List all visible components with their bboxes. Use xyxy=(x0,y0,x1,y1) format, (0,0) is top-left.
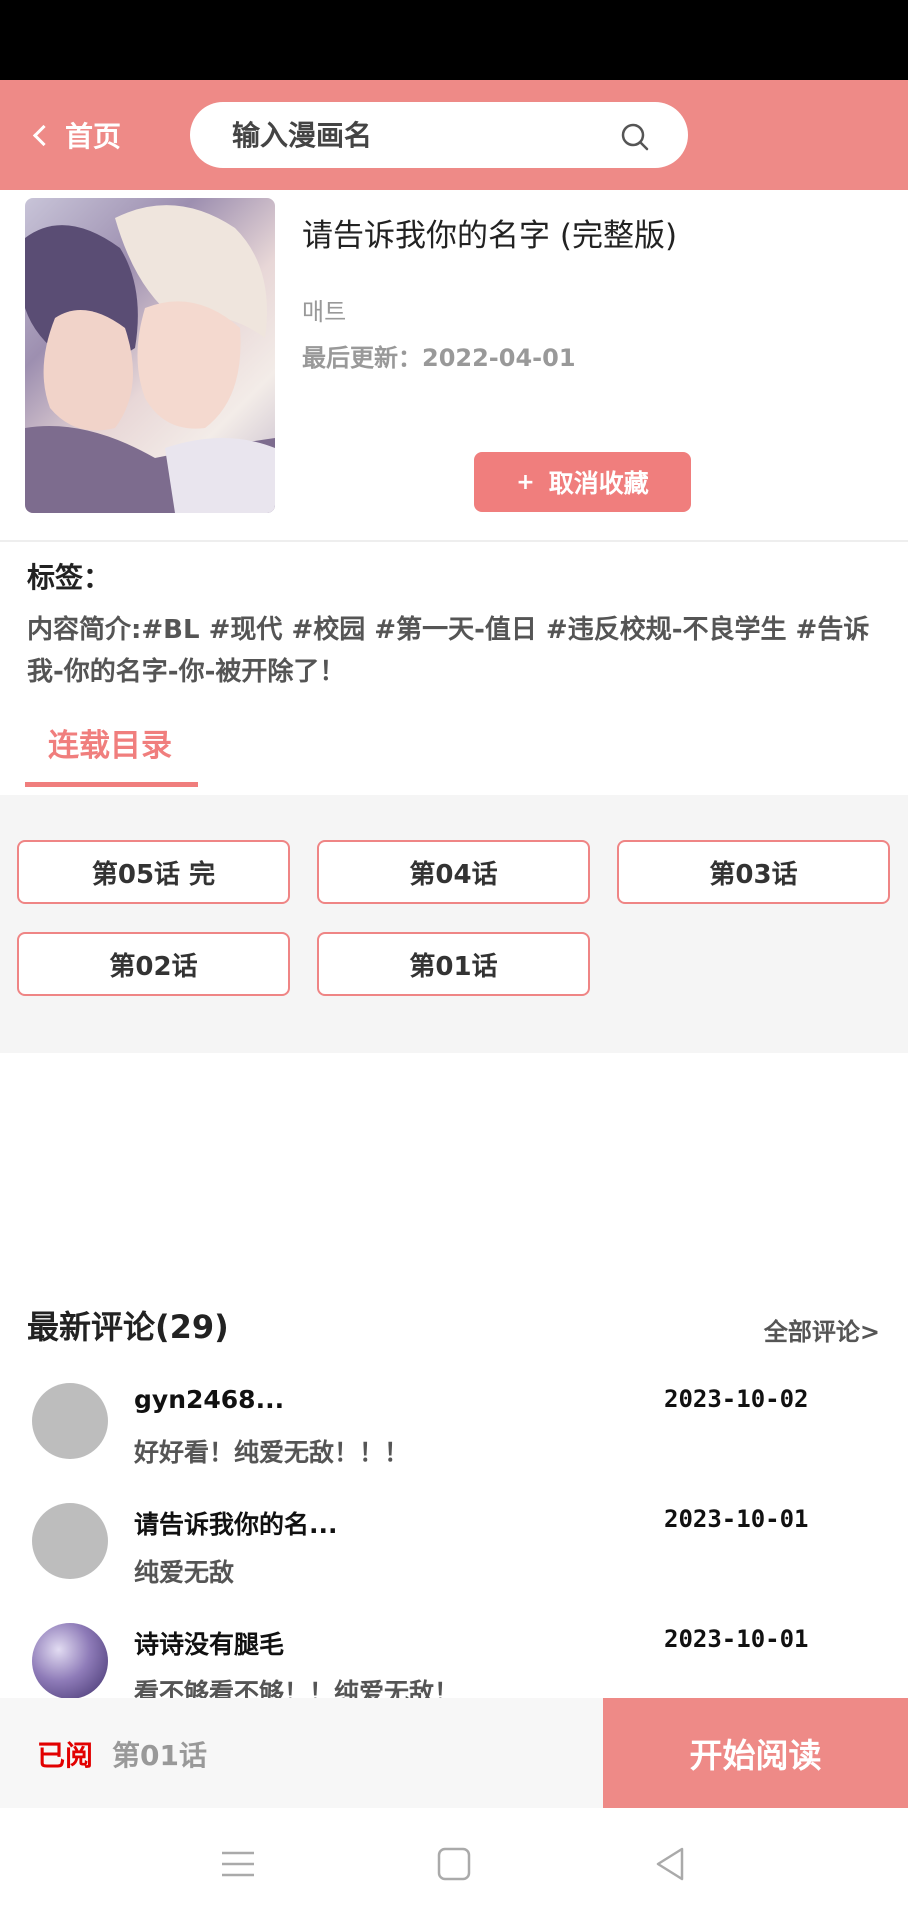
chapter-button[interactable]: 第04话 xyxy=(317,840,590,904)
last-updated: 最后更新：2022-04-01 xyxy=(302,344,576,372)
divider xyxy=(0,540,908,542)
chapter-button[interactable]: 第02话 xyxy=(17,932,290,996)
comment-item: gyn2468... 2023-10-02 好好看！纯爱无敌！！！ xyxy=(0,1383,908,1493)
bottom-reading-bar: 已阅 第01话 开始阅读 xyxy=(0,1698,908,1808)
book-author: 매트 xyxy=(302,298,347,326)
cover-artwork xyxy=(25,205,275,513)
book-summary: 内容简介:#BL #现代 #校园 #第一天-值日 #违反校规-不良学生 #告诉我… xyxy=(27,615,870,687)
plus-icon: + xyxy=(516,469,535,495)
status-bar xyxy=(0,0,908,80)
top-header: 首页 xyxy=(0,80,908,190)
avatar xyxy=(32,1383,108,1459)
unfavorite-label: 取消收藏 xyxy=(548,469,649,498)
unfavorite-button[interactable]: + 取消收藏 xyxy=(474,452,691,512)
back-triangle-icon[interactable] xyxy=(650,1844,690,1884)
book-cover-image xyxy=(25,198,275,513)
comment-item: 请告诉我你的名... 2023-10-01 纯爱无敌 xyxy=(0,1503,908,1613)
chapter-button[interactable]: 第01话 xyxy=(317,932,590,996)
home-square-icon[interactable] xyxy=(434,1844,474,1884)
book-title: 请告诉我你的名字 (完整版) xyxy=(302,218,678,254)
avatar xyxy=(32,1623,108,1699)
book-info: 请告诉我你的名字 (完整版) 매트 最后更新：2022-04-01 + 取消收藏 xyxy=(0,190,908,540)
chapter-button[interactable]: 第05话 完 xyxy=(17,840,290,904)
menu-icon[interactable] xyxy=(218,1844,258,1884)
system-nav-bar xyxy=(0,1808,908,1920)
chapter-button[interactable]: 第03话 xyxy=(617,840,890,904)
avatar xyxy=(32,1503,108,1579)
chevron-left-icon xyxy=(32,124,55,146)
all-comments-link[interactable]: 全部评论> xyxy=(764,1312,880,1347)
tab-chapter-list[interactable]: 连载目录 xyxy=(48,720,172,765)
tags-label: 标签： xyxy=(27,561,112,594)
comment-user: 请告诉我你的名... xyxy=(134,1510,338,1539)
search-icon[interactable] xyxy=(620,122,650,152)
search-input[interactable] xyxy=(232,114,592,156)
comment-date: 2023-10-01 xyxy=(664,1505,809,1533)
start-reading-button[interactable]: 开始阅读 xyxy=(603,1698,908,1808)
comments-title: 最新评论(29) xyxy=(27,1308,229,1346)
comment-date: 2023-10-02 xyxy=(664,1385,809,1413)
comment-date: 2023-10-01 xyxy=(664,1625,809,1653)
tab-underline xyxy=(25,782,198,787)
search-box[interactable] xyxy=(190,102,688,168)
comment-user: 诗诗没有腿毛 xyxy=(134,1630,285,1659)
comment-user: gyn2468... xyxy=(134,1385,285,1414)
chapter-list: 第05话 完 第04话 第03话 第02话 第01话 xyxy=(0,795,908,1053)
back-label: 首页 xyxy=(65,120,122,153)
comment-text: 纯爱无敌 xyxy=(134,1558,235,1587)
back-button[interactable]: 首页 xyxy=(30,80,121,190)
last-read-chapter[interactable]: 第01话 xyxy=(112,1734,207,1774)
read-status-label: 已阅 xyxy=(37,1739,94,1772)
comment-text: 好好看！纯爱无敌！！！ xyxy=(134,1438,410,1467)
